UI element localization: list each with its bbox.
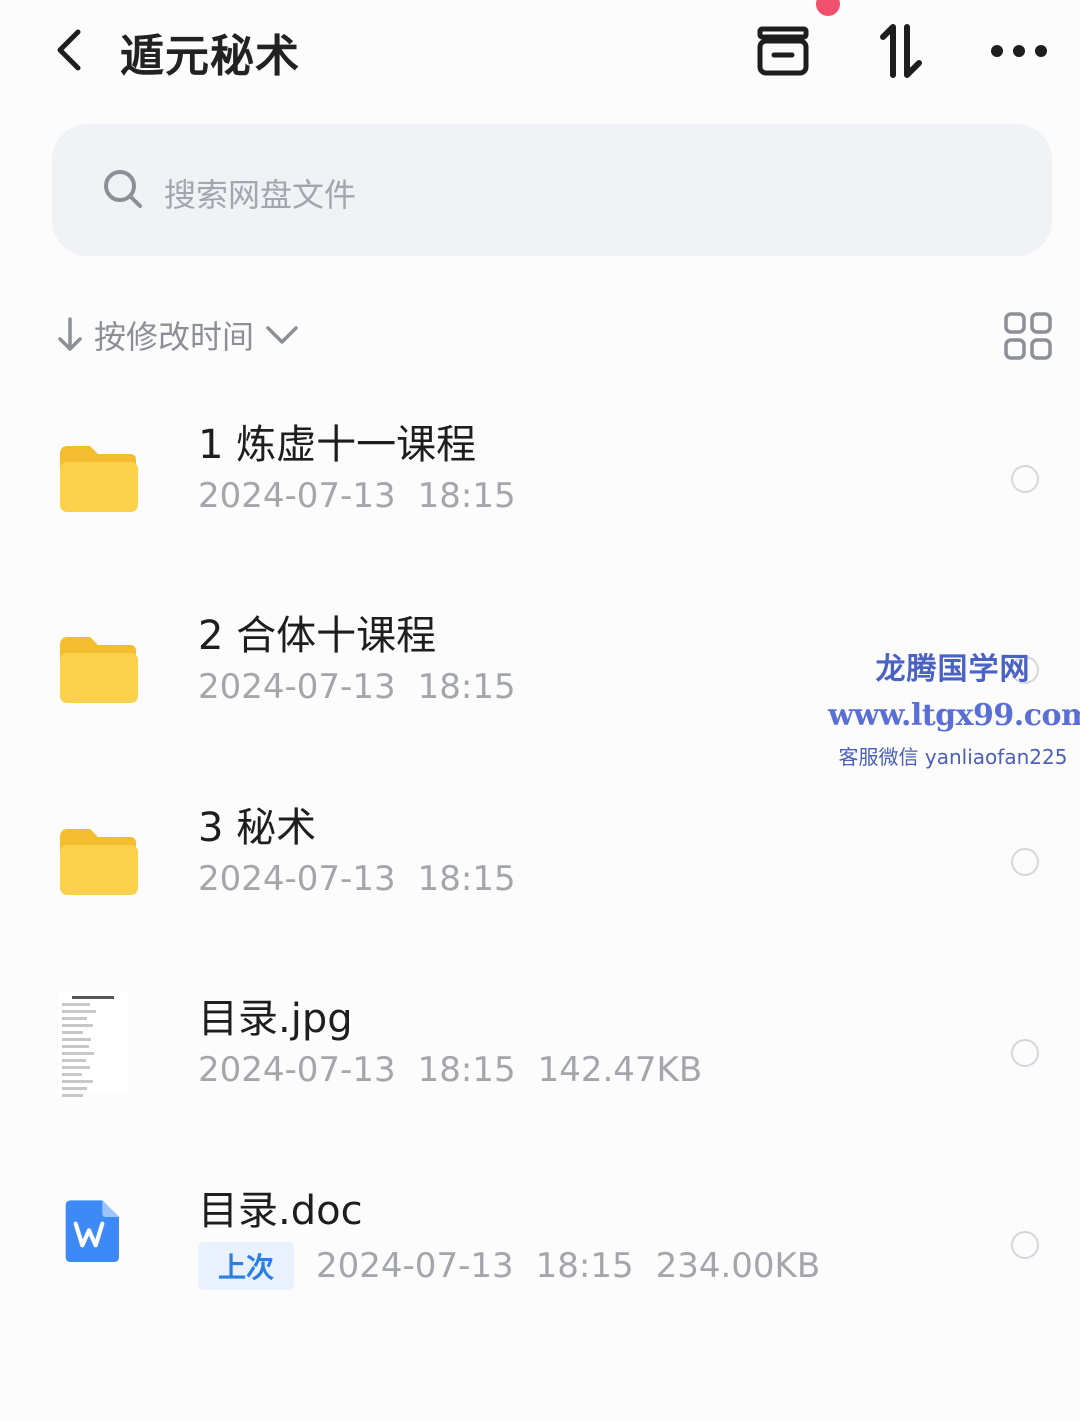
back-button[interactable] [44,22,94,78]
file-date: 2024-07-13 [316,1246,514,1286]
file-date: 2024-07-13 [198,1050,396,1090]
file-size: 142.47KB [537,1050,703,1090]
file-date: 2024-07-13 [198,667,396,707]
file-name: 1 炼虚十一课程 [198,422,477,468]
file-name: 2 合体十课程 [198,613,437,659]
file-date: 2024-07-13 [198,476,396,516]
file-time: 18:15 [417,1050,516,1090]
file-row[interactable]: 目录.doc 上次 2024-07-13 18:15 234.00KB [0,1150,1080,1330]
search-icon [104,170,142,208]
select-checkbox[interactable] [1011,1039,1039,1067]
file-meta: 2024-07-13 18:15 [198,859,538,899]
archive-button[interactable] [748,16,818,86]
file-meta: 上次 2024-07-13 18:15 234.00KB [198,1242,842,1290]
file-row[interactable]: 目录.jpg 2024-07-13 18:15 142.47KB [0,958,1080,1138]
chevron-down-icon [266,326,298,344]
folder-icon [60,446,138,512]
file-name: 目录.jpg [198,996,353,1042]
folder-icon [60,637,138,703]
grid-view-icon [1004,312,1052,360]
file-meta: 2024-07-13 18:15 [198,667,538,707]
archive-icon [757,26,809,76]
watermark-url: www.ltgx99.com [828,698,1080,733]
search-placeholder: 搜索网盘文件 [164,176,357,214]
file-time: 18:15 [535,1246,634,1286]
select-checkbox[interactable] [1011,1231,1039,1259]
watermark-name: 龙腾国学网 [875,652,1031,687]
notification-dot [816,0,840,16]
select-checkbox[interactable] [1011,848,1039,876]
grid-view-button[interactable] [1002,310,1054,362]
arrow-down-icon [58,317,82,351]
file-time: 18:15 [417,476,516,516]
last-opened-tag: 上次 [198,1242,295,1290]
file-name: 目录.doc [198,1188,363,1234]
file-date: 2024-07-13 [198,859,396,899]
file-meta: 2024-07-13 18:15 142.47KB [198,1050,724,1090]
image-thumbnail-icon [58,992,128,1097]
sort-dropdown[interactable]: 按修改时间 [56,310,302,360]
file-size: 234.00KB [655,1246,821,1286]
folder-icon [60,829,138,895]
more-button[interactable] [984,16,1054,86]
sort-toggle-button[interactable] [866,16,936,86]
header-bar: 遁元秘术 [0,0,1080,110]
watermark: 龙腾国学网 www.ltgx99.com 客服微信 yanliaofan225 [828,644,1080,770]
file-time: 18:15 [417,667,516,707]
more-icon [991,45,1047,57]
word-doc-icon [65,1200,119,1262]
chevron-left-icon [57,29,81,71]
file-name: 3 秘术 [198,805,317,851]
file-row[interactable]: 3 秘术 2024-07-13 18:15 [0,767,1080,947]
file-row[interactable]: 1 炼虚十一课程 2024-07-13 18:15 [0,384,1080,564]
select-checkbox[interactable] [1011,465,1039,493]
file-meta: 2024-07-13 18:15 [198,476,538,516]
page-title: 遁元秘术 [120,31,300,82]
file-time: 18:15 [417,859,516,899]
sort-toggle-icon [880,24,922,78]
watermark-contact: 客服微信 yanliaofan225 [838,745,1068,769]
sort-label: 按修改时间 [94,318,255,356]
